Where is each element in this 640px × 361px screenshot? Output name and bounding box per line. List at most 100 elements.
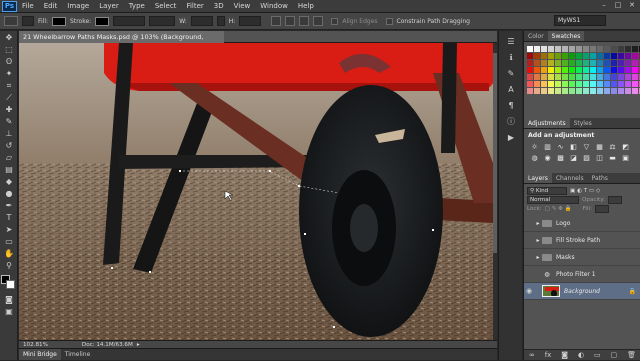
color-swatch[interactable] xyxy=(555,67,561,73)
path-arrangement-icon[interactable] xyxy=(299,16,310,26)
color-swatch[interactable] xyxy=(611,67,617,73)
menu-select[interactable]: Select xyxy=(150,2,182,10)
history-panel-icon[interactable]: ☰ xyxy=(504,37,518,47)
layer-row-fill-stroke-path[interactable]: ▸ Fill Stroke Path xyxy=(524,232,640,249)
color-swatch[interactable] xyxy=(611,53,617,59)
color-swatch[interactable] xyxy=(625,74,631,80)
tab-styles[interactable]: Styles xyxy=(570,118,596,128)
color-swatch[interactable] xyxy=(597,74,603,80)
color-swatch[interactable] xyxy=(541,81,547,87)
width-field[interactable] xyxy=(190,16,213,26)
menu-type[interactable]: Type xyxy=(124,2,150,10)
color-balance-icon[interactable]: ⚖ xyxy=(608,143,617,151)
stamp-tool-icon[interactable]: ⊥ xyxy=(3,129,15,139)
color-swatch[interactable] xyxy=(590,74,596,80)
color-swatch[interactable] xyxy=(625,53,631,59)
layer-row-photo-filter[interactable]: ◍ Photo Filter 1 xyxy=(524,266,640,283)
color-swatch[interactable] xyxy=(583,53,589,59)
exposure-icon[interactable]: ◧ xyxy=(569,143,578,151)
color-swatch[interactable] xyxy=(562,67,568,73)
blend-mode-select[interactable]: Normal xyxy=(527,195,579,204)
color-swatch[interactable] xyxy=(527,53,533,59)
color-swatch[interactable] xyxy=(534,88,540,94)
color-swatch[interactable] xyxy=(562,46,568,52)
info-panel-icon[interactable]: ⓘ xyxy=(504,117,518,127)
character-panel-icon[interactable]: A xyxy=(504,85,518,95)
color-swatch[interactable] xyxy=(590,53,596,59)
photo-filter-icon[interactable]: ◍ xyxy=(530,154,539,162)
color-swatch[interactable] xyxy=(604,67,610,73)
height-field[interactable] xyxy=(239,16,262,26)
eraser-tool-icon[interactable]: ▱ xyxy=(3,153,15,163)
color-swatch[interactable] xyxy=(548,53,554,59)
color-swatch[interactable] xyxy=(527,46,533,52)
color-swatch[interactable] xyxy=(597,60,603,66)
color-swatch[interactable] xyxy=(604,81,610,87)
color-swatch[interactable] xyxy=(604,74,610,80)
color-swatch[interactable] xyxy=(583,88,589,94)
color-swatch[interactable] xyxy=(562,81,568,87)
shape-tool-icon[interactable]: ▭ xyxy=(3,237,15,247)
color-swatch[interactable] xyxy=(569,46,575,52)
eye-icon[interactable]: ◉ xyxy=(524,287,534,295)
color-swatch[interactable] xyxy=(576,46,582,52)
crop-tool-icon[interactable]: ⌗ xyxy=(3,81,15,91)
tab-swatches[interactable]: Swatches xyxy=(547,31,585,41)
color-swatch[interactable] xyxy=(576,74,582,80)
color-swatch[interactable] xyxy=(632,81,638,87)
color-swatch[interactable] xyxy=(604,53,610,59)
menu-file[interactable]: File xyxy=(17,2,39,10)
tab-channels[interactable]: Channels xyxy=(552,173,588,183)
color-swatch[interactable] xyxy=(576,88,582,94)
color-swatch[interactable] xyxy=(555,88,561,94)
vibrance-icon[interactable]: ▽ xyxy=(582,143,591,151)
fill-field[interactable] xyxy=(594,204,609,213)
lasso-tool-icon[interactable]: ʘ xyxy=(3,57,15,67)
color-swatch[interactable] xyxy=(632,88,638,94)
menu-window[interactable]: Window xyxy=(255,2,293,10)
color-swatch[interactable] xyxy=(569,67,575,73)
path-select-tool-icon[interactable]: ➤ xyxy=(3,225,15,235)
invert-icon[interactable]: ◪ xyxy=(569,154,578,162)
healing-tool-icon[interactable]: ✚ xyxy=(3,105,15,115)
scroll-thumb[interactable] xyxy=(493,53,497,253)
color-swatch[interactable] xyxy=(541,60,547,66)
properties-panel-icon[interactable]: ℹ xyxy=(504,53,518,63)
color-swatch[interactable] xyxy=(618,88,624,94)
zoom-level[interactable]: 102.81% xyxy=(19,342,52,348)
color-swatch[interactable] xyxy=(555,53,561,59)
color-swatch[interactable] xyxy=(618,46,624,52)
path-alignment-icon[interactable] xyxy=(285,16,296,26)
color-swatch[interactable] xyxy=(583,46,589,52)
color-swatch[interactable] xyxy=(611,74,617,80)
stroke-type-select[interactable] xyxy=(149,16,176,26)
color-swatch[interactable] xyxy=(569,60,575,66)
color-swatch[interactable] xyxy=(625,60,631,66)
color-swatch[interactable] xyxy=(534,60,540,66)
new-adjustment-icon[interactable]: ◐ xyxy=(578,351,584,359)
color-swatch[interactable] xyxy=(541,53,547,59)
brightness-icon[interactable]: ☼ xyxy=(530,143,539,151)
color-swatch[interactable] xyxy=(548,74,554,80)
workspace-select[interactable]: MyWS1 xyxy=(554,15,606,26)
tab-timeline[interactable]: Timeline xyxy=(61,349,95,360)
type-tool-icon[interactable]: T xyxy=(3,213,15,223)
color-swatch[interactable] xyxy=(527,81,533,87)
color-swatch[interactable] xyxy=(534,46,540,52)
history-brush-tool-icon[interactable]: ↺ xyxy=(3,141,15,151)
kind-filter-select[interactable]: ⚲ Kind xyxy=(527,186,567,195)
color-swatch[interactable] xyxy=(527,60,533,66)
color-swatch[interactable] xyxy=(576,81,582,87)
new-group-icon[interactable]: ▭ xyxy=(594,351,601,359)
color-swatch[interactable] xyxy=(534,53,540,59)
color-swatch[interactable] xyxy=(569,53,575,59)
menu-help[interactable]: Help xyxy=(293,2,319,10)
tab-adjustments[interactable]: Adjustments xyxy=(524,118,570,128)
zoom-tool-icon[interactable]: ⚲ xyxy=(3,261,15,271)
tab-color[interactable]: Color xyxy=(524,31,548,41)
color-swatch[interactable] xyxy=(541,67,547,73)
color-swatch[interactable] xyxy=(618,53,624,59)
menu-view[interactable]: View xyxy=(229,2,256,10)
marquee-tool-icon[interactable]: ⬚ xyxy=(3,45,15,55)
color-swatch[interactable] xyxy=(597,67,603,73)
